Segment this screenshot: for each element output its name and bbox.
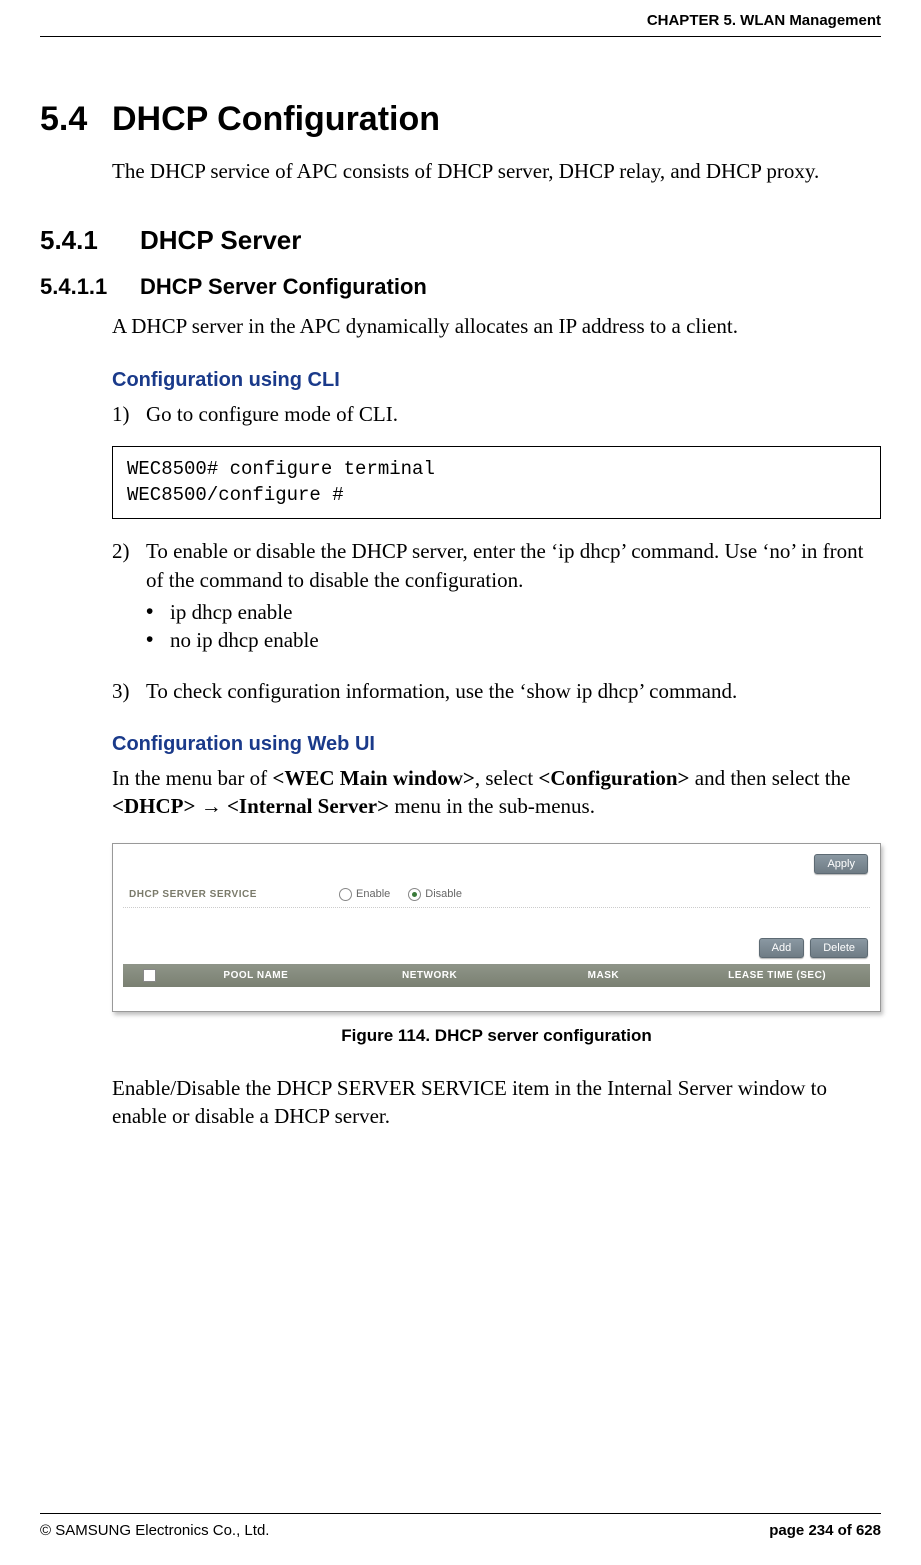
cli-step-1: 1) Go to configure mode of CLI. <box>112 400 881 428</box>
step-text: To enable or disable the DHCP server, en… <box>146 537 881 594</box>
webui-heading: Configuration using Web UI <box>112 733 881 756</box>
radio-label: Enable <box>356 888 390 900</box>
nav-arrow-icon: → <box>195 794 227 818</box>
delete-button[interactable]: Delete <box>810 938 868 958</box>
nav-text: menu in the sub-menus. <box>389 794 595 818</box>
enable-radio[interactable]: Enable <box>339 888 390 901</box>
disable-radio[interactable]: Disable <box>408 888 462 901</box>
column-pool-name: POOL NAME <box>169 970 343 981</box>
page-header-chapter: CHAPTER 5. WLAN Management <box>647 12 881 29</box>
subsection-title: DHCP Server <box>140 225 301 256</box>
bullet-marker: • <box>146 598 170 626</box>
subsubsection-intro: A DHCP server in the APC dynamically all… <box>112 312 881 340</box>
step-marker: 3) <box>112 677 146 705</box>
cli-code-block: WEC8500# configure terminal WEC8500/conf… <box>112 446 881 519</box>
step-text: Go to configure mode of CLI. <box>146 400 881 428</box>
subsubsection-heading: 5.4.1.1 DHCP Server Configuration <box>40 274 881 300</box>
footer-copyright: © SAMSUNG Electronics Co., Ltd. <box>40 1522 269 1539</box>
bullet-item: • no ip dhcp enable <box>146 626 881 654</box>
nav-configuration: <Configuration> <box>538 766 689 790</box>
footer-rule <box>40 1513 881 1514</box>
nav-internal-server: <Internal Server> <box>227 794 389 818</box>
step-marker: 1) <box>112 400 146 428</box>
bullet-item: • ip dhcp enable <box>146 598 881 626</box>
nav-text: , select <box>475 766 539 790</box>
header-rule <box>40 36 881 37</box>
footer-page-number: page 234 of 628 <box>769 1522 881 1539</box>
section-number: 5.4 <box>40 100 112 139</box>
radio-label: Disable <box>425 888 462 900</box>
cli-step-3: 3) To check configuration information, u… <box>112 677 881 705</box>
apply-button[interactable]: Apply <box>814 854 868 874</box>
figure-caption: Figure 114. DHCP server configuration <box>112 1026 881 1046</box>
step-text: To check configuration information, use … <box>146 677 881 705</box>
add-button[interactable]: Add <box>759 938 805 958</box>
dhcp-server-screenshot: Apply DHCP SERVER SERVICE Enable Disable… <box>112 843 881 1012</box>
table-header-row: POOL NAME NETWORK MASK LEASE TIME (SEC) <box>123 964 870 987</box>
column-mask: MASK <box>517 970 691 981</box>
webui-nav-text: In the menu bar of <WEC Main window>, se… <box>112 764 881 821</box>
step-marker: 2) <box>112 537 146 594</box>
dhcp-service-label: DHCP SERVER SERVICE <box>129 889 339 900</box>
nav-text: In the menu bar of <box>112 766 272 790</box>
section-heading: 5.4 DHCP Configuration <box>40 100 881 139</box>
closing-text: Enable/Disable the DHCP SERVER SERVICE i… <box>112 1074 881 1131</box>
subsection-number: 5.4.1 <box>40 225 140 256</box>
subsubsection-number: 5.4.1.1 <box>40 274 140 300</box>
cli-step-2: 2) To enable or disable the DHCP server,… <box>112 537 881 594</box>
select-all-checkbox[interactable] <box>129 969 169 982</box>
section-intro: The DHCP service of APC consists of DHCP… <box>112 157 881 185</box>
subsection-heading: 5.4.1 DHCP Server <box>40 225 881 256</box>
radio-icon <box>408 888 421 901</box>
subsubsection-title: DHCP Server Configuration <box>140 274 427 300</box>
bullet-text: ip dhcp enable <box>170 598 292 626</box>
radio-icon <box>339 888 352 901</box>
bullet-text: no ip dhcp enable <box>170 626 319 654</box>
cli-heading: Configuration using CLI <box>112 369 881 392</box>
bullet-marker: • <box>146 626 170 654</box>
nav-wec-main: <WEC Main window> <box>272 766 474 790</box>
column-network: NETWORK <box>343 970 517 981</box>
column-lease-time: LEASE TIME (SEC) <box>690 970 864 981</box>
nav-dhcp: <DHCP> <box>112 794 195 818</box>
nav-text: and then select the <box>690 766 851 790</box>
section-title: DHCP Configuration <box>112 100 440 139</box>
